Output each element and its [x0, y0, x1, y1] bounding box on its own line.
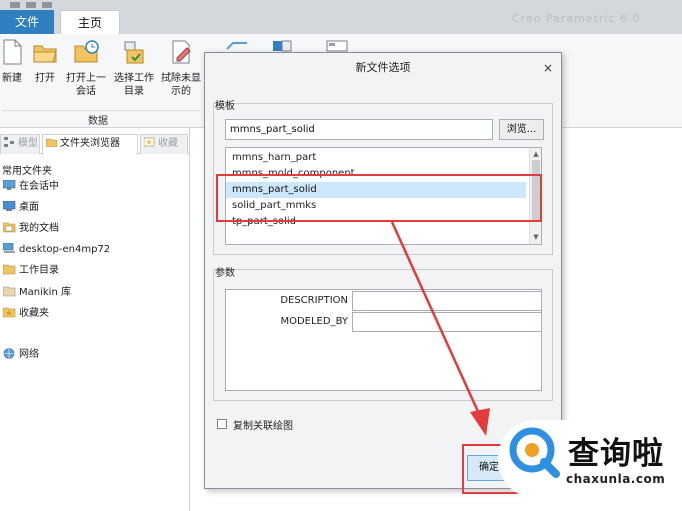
watermark-text: 查询啦	[568, 436, 664, 472]
watermark-url: chaxunla.com	[566, 472, 666, 486]
watermark-logo-icon	[508, 426, 560, 478]
